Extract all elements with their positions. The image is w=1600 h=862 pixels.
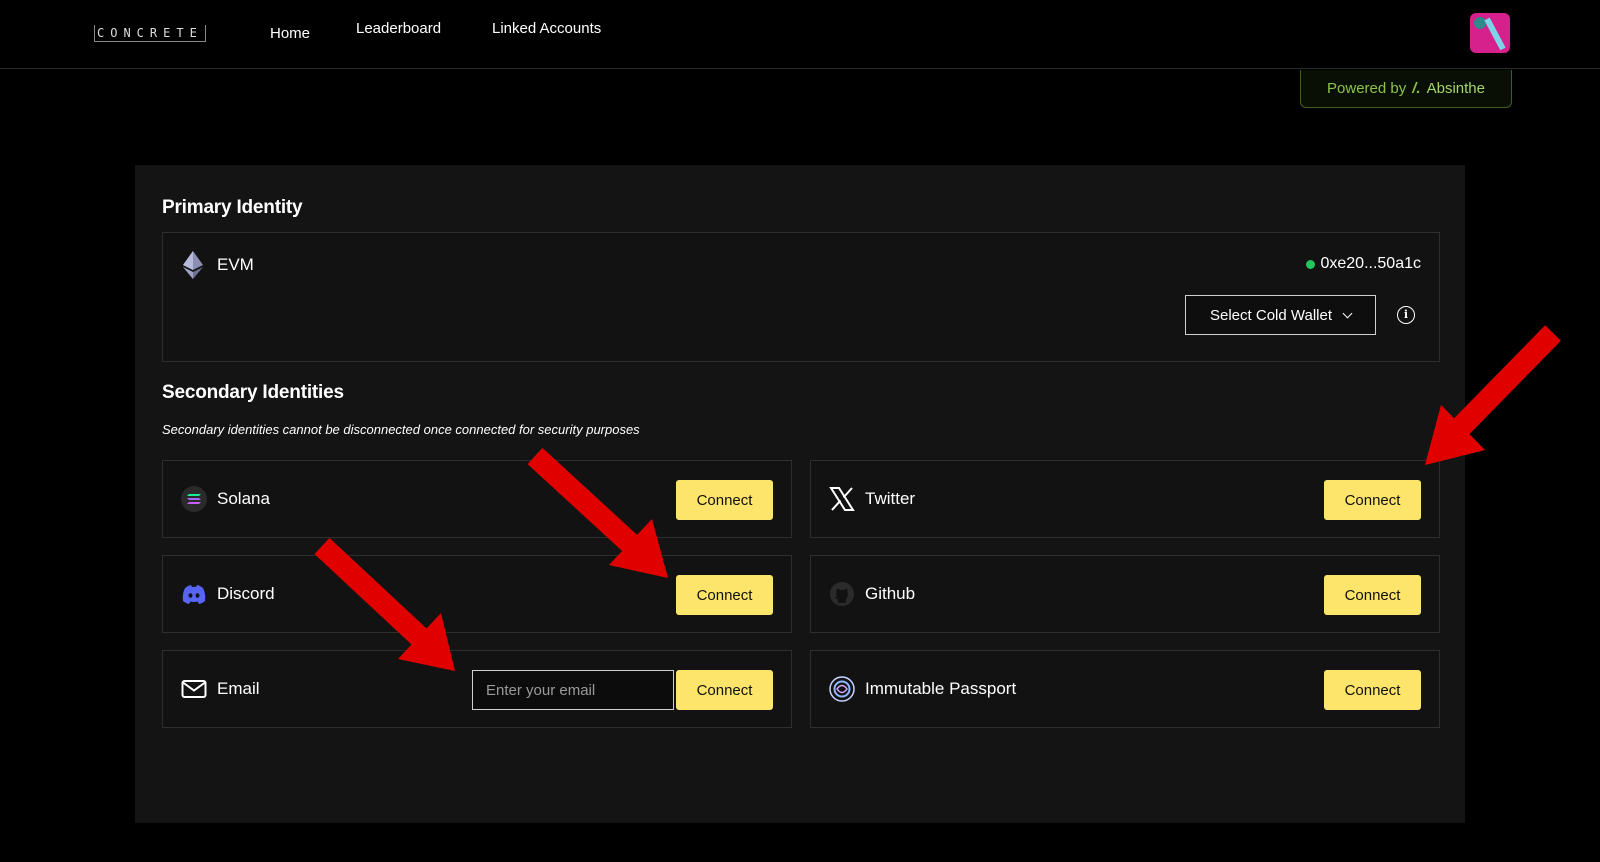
identity-label-discord: Discord <box>217 584 275 603</box>
wallet-address[interactable]: 0xe20...50a1c <box>1306 255 1421 273</box>
concrete-logo[interactable]: CONCRETE <box>94 25 206 42</box>
primary-identity-title: Primary Identity <box>162 197 303 218</box>
x-icon <box>829 487 855 511</box>
identity-card-solana: Solana Connect <box>162 460 792 538</box>
mail-icon <box>181 680 207 698</box>
solana-icon <box>181 486 207 512</box>
identity-label-email: Email <box>217 679 260 698</box>
github-icon <box>830 582 854 606</box>
nav-linked-accounts[interactable]: Linked Accounts <box>492 20 601 37</box>
identity-label-twitter: Twitter <box>865 489 916 508</box>
avatar-stroke <box>1484 17 1506 51</box>
connect-twitter-button[interactable]: Connect <box>1324 480 1421 520</box>
identity-card-email: Email Connect <box>162 650 792 728</box>
powered-by-badge[interactable]: Powered by /. Absinthe <box>1300 70 1512 108</box>
connect-github-button[interactable]: Connect <box>1324 575 1421 615</box>
select-cold-wallet-label: Select Cold Wallet <box>1210 306 1332 324</box>
powered-by-brand: Absinthe <box>1426 80 1485 97</box>
identity-label-solana: Solana <box>217 489 270 508</box>
identities-panel: Primary Identity EVM 0xe20...50a1c Selec… <box>135 165 1465 823</box>
email-input[interactable] <box>472 670 674 710</box>
wallet-address-text: 0xe20...50a1c <box>1320 255 1421 272</box>
primary-identity-card: EVM 0xe20...50a1c Select Cold Wallet i <box>162 232 1440 362</box>
avatar-dot <box>1474 17 1486 29</box>
secondary-identities-note: Secondary identities cannot be disconnec… <box>162 422 640 437</box>
nav-home[interactable]: Home <box>270 25 310 42</box>
connected-status-dot <box>1306 259 1316 269</box>
ethereum-icon <box>183 251 203 279</box>
top-navbar: CONCRETE Home Leaderboard Linked Account… <box>0 0 1600 69</box>
connect-immutable-passport-button[interactable]: Connect <box>1324 670 1421 710</box>
select-cold-wallet-dropdown[interactable]: Select Cold Wallet <box>1185 295 1376 335</box>
connect-discord-button[interactable]: Connect <box>676 575 773 615</box>
identity-label-immutable-passport: Immutable Passport <box>865 679 1017 698</box>
identity-card-github: Github Connect <box>810 555 1440 633</box>
user-avatar[interactable] <box>1470 13 1510 53</box>
immutable-passport-icon <box>829 676 855 702</box>
info-icon[interactable]: i <box>1397 306 1415 324</box>
secondary-identities-title: Secondary Identities <box>162 382 344 403</box>
connect-email-button[interactable]: Connect <box>676 670 773 710</box>
powered-by-label: Powered by <box>1327 80 1407 97</box>
identity-card-immutable-passport: Immutable Passport Connect <box>810 650 1440 728</box>
identity-card-discord: Discord Connect <box>162 555 792 633</box>
absinthe-logo-icon: /. <box>1412 80 1421 97</box>
evm-label: EVM <box>217 255 254 274</box>
identity-label-github: Github <box>865 584 916 603</box>
discord-icon <box>182 585 206 604</box>
connect-solana-button[interactable]: Connect <box>676 480 773 520</box>
chevron-down-icon <box>1342 308 1353 318</box>
nav-leaderboard[interactable]: Leaderboard <box>356 20 441 37</box>
identity-card-twitter: Twitter Connect <box>810 460 1440 538</box>
